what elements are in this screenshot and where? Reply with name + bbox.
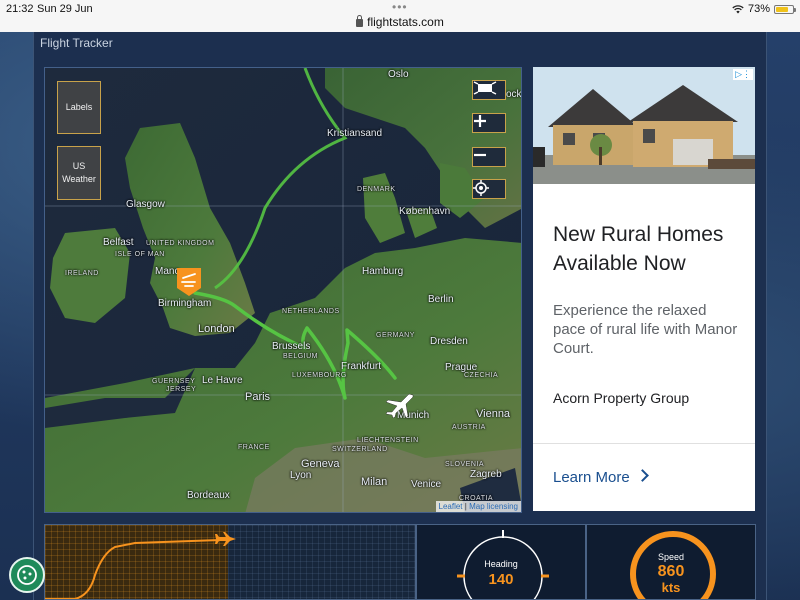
- altitude-graph-panel: [44, 524, 416, 600]
- place-united-kingdom: UNITED KINGDOM: [146, 240, 215, 247]
- zoom-in-button[interactable]: [472, 113, 506, 133]
- chevron-right-icon: [636, 469, 649, 482]
- status-time: 21:32: [6, 3, 34, 15]
- place-guernsey: GUERNSEY: [152, 378, 196, 385]
- us-weather-label-2: Weather: [62, 174, 96, 184]
- attribution-separator: |: [464, 502, 467, 511]
- place-dresden: Dresden: [430, 336, 468, 347]
- place-lyon: Lyon: [290, 470, 312, 481]
- ad-choices-icon[interactable]: ▷⋮: [733, 69, 753, 80]
- status-right: 73%: [732, 3, 796, 15]
- place-france: FRANCE: [238, 444, 270, 451]
- speed-gauge-panel: Speed 860 kts: [586, 524, 756, 600]
- departure-airport-marker[interactable]: [176, 267, 202, 297]
- place-austria: AUSTRIA: [452, 424, 486, 431]
- place-isle-of-man: ISLE OF MAN: [115, 251, 165, 258]
- place-stockholm: ock: [506, 89, 522, 100]
- place-kristiansand: Kristiansand: [327, 128, 383, 139]
- status-date: Sun 29 Jun: [37, 3, 93, 15]
- place-frankfurt: Frankfurt: [341, 361, 382, 372]
- fullscreen-icon: [473, 81, 497, 95]
- zoom-out-button[interactable]: [472, 147, 506, 167]
- place-milan: Milan: [361, 476, 388, 488]
- ad-body: Experience the relaxed pace of rural lif…: [553, 302, 738, 357]
- ad-divider: [533, 443, 755, 444]
- place-czechia: CZECHIA: [464, 372, 499, 379]
- place-netherlands: NETHERLANDS: [282, 308, 340, 315]
- place-kobenhavn: København: [399, 206, 451, 217]
- map-terrain: [45, 68, 521, 512]
- speed-value: 860: [657, 563, 685, 580]
- place-venice: Venice: [411, 479, 442, 490]
- place-ireland: IRELAND: [65, 270, 99, 277]
- locate-icon: [473, 180, 489, 196]
- zoom-out-icon: [474, 153, 486, 157]
- page-title: Flight Tracker: [40, 36, 113, 50]
- place-birmingham: Birmingham: [158, 298, 212, 309]
- cookie-icon: [17, 565, 37, 585]
- speed-label: Speed: [657, 552, 685, 562]
- place-liechtenstein: LIECHTENSTEIN: [357, 437, 419, 444]
- map-licensing-link[interactable]: Map licensing: [469, 502, 518, 511]
- map-attribution: Leaflet | Map licensing: [435, 501, 521, 512]
- battery-icon: [774, 4, 796, 14]
- house-illustration: [533, 67, 755, 184]
- labels-button-label: Labels: [65, 102, 93, 112]
- airplane-progress-icon: [215, 532, 236, 546]
- locate-button[interactable]: [472, 179, 506, 199]
- us-weather-button[interactable]: US Weather: [57, 146, 101, 200]
- labels-button[interactable]: Labels: [57, 81, 101, 134]
- battery-percent: 73%: [747, 3, 770, 15]
- place-brussels: Brussels: [272, 341, 311, 352]
- place-hamburg: Hamburg: [362, 266, 404, 277]
- place-bordeaux: Bordeaux: [187, 490, 230, 501]
- speed-unit: kts: [661, 580, 681, 595]
- address-bar[interactable]: flightstats.com: [0, 15, 800, 29]
- flight-map[interactable]: Oslo ock Kristiansand DENMARK København …: [44, 67, 522, 513]
- place-zagreb: Zagreb: [470, 469, 502, 480]
- place-oslo: Oslo: [388, 69, 409, 80]
- more-dots-icon[interactable]: •••: [392, 0, 408, 14]
- place-switzerland: SWITZERLAND: [332, 446, 388, 453]
- place-geneva: Geneva: [301, 458, 340, 470]
- place-london: London: [198, 323, 235, 335]
- place-denmark: DENMARK: [357, 186, 396, 193]
- place-jersey: JERSEY: [166, 386, 197, 393]
- place-le-havre: Le Havre: [202, 375, 243, 386]
- place-belfast: Belfast: [103, 237, 134, 248]
- place-belgium: BELGIUM: [283, 353, 319, 360]
- place-vienna: Vienna: [476, 408, 511, 420]
- status-bar: 21:32 Sun 29 Jun ••• flightstats.com 73%: [0, 0, 800, 32]
- place-germany: GERMANY: [376, 332, 415, 339]
- wifi-icon: [732, 4, 744, 13]
- us-weather-label-1: US: [72, 161, 86, 171]
- url-text: flightstats.com: [367, 15, 444, 29]
- heading-gauge-panel: Heading 140: [416, 524, 586, 600]
- place-glasgow: Glasgow: [126, 199, 165, 210]
- leaflet-link[interactable]: Leaflet: [439, 502, 463, 511]
- learn-more-button[interactable]: Learn More: [553, 469, 630, 486]
- lock-icon: [356, 15, 364, 27]
- airplane-icon[interactable]: [383, 391, 415, 419]
- ad-image[interactable]: ▷⋮: [533, 67, 755, 184]
- place-luxembourg: LUXEMBOURG: [292, 372, 347, 379]
- heading-label: Heading: [484, 559, 518, 569]
- heading-value: 140: [488, 571, 514, 588]
- fullscreen-button[interactable]: [472, 80, 506, 100]
- place-slovenia: SLOVENIA: [445, 461, 485, 468]
- ad-headline[interactable]: New Rural Homes Available Now: [553, 220, 748, 278]
- ad-card[interactable]: ▷⋮ New Rural Homes Available Now Experie…: [533, 67, 755, 511]
- zoom-in-icon: [474, 115, 486, 127]
- cookie-settings-button[interactable]: [9, 557, 45, 593]
- place-berlin: Berlin: [428, 294, 454, 305]
- place-paris: Paris: [245, 391, 271, 403]
- ad-advertiser: Acorn Property Group: [553, 390, 690, 406]
